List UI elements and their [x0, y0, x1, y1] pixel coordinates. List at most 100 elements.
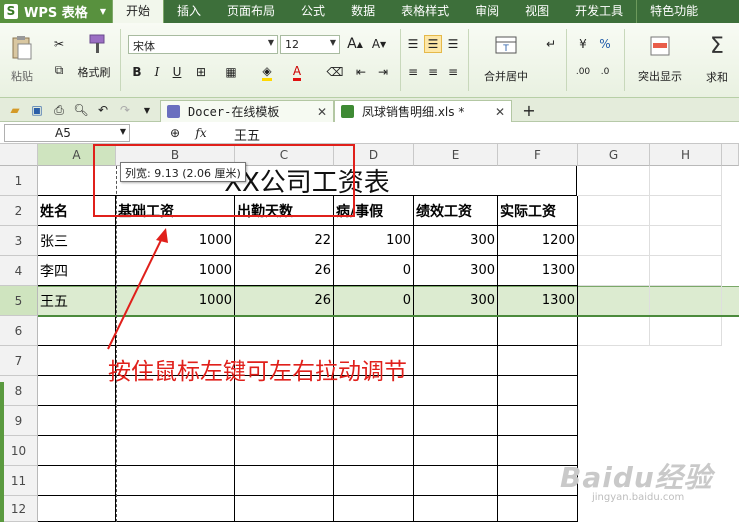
empty-cell[interactable]	[116, 466, 235, 496]
merge-center-button[interactable]: T 合并居中	[476, 29, 536, 89]
decrease-indent-button[interactable]: ⇤	[352, 63, 370, 81]
empty-cell[interactable]	[498, 376, 578, 406]
empty-cell[interactable]	[414, 496, 498, 522]
format-painter-button[interactable]	[80, 31, 114, 57]
align-right-button[interactable]: ≡	[444, 63, 462, 81]
empty-cell[interactable]	[38, 496, 116, 522]
empty-cell[interactable]	[235, 436, 334, 466]
formula-input[interactable]: 王五	[234, 125, 260, 144]
cell-base-salary[interactable]: 1000	[116, 226, 235, 256]
empty-cell[interactable]	[334, 436, 414, 466]
zoom-function-button[interactable]: ⊕	[166, 124, 184, 142]
empty-cell[interactable]	[235, 316, 334, 346]
tab-special-features[interactable]: 特色功能	[636, 0, 711, 23]
name-box[interactable]: A5 ▼	[4, 124, 130, 142]
empty-cell[interactable]	[414, 316, 498, 346]
fill-pattern-button[interactable]: ▦	[222, 63, 240, 81]
cell-name[interactable]: 张三	[38, 226, 116, 256]
copy-button[interactable]: ⧉	[50, 61, 68, 79]
row-header-8[interactable]: 8	[0, 376, 38, 406]
empty-cell[interactable]	[116, 406, 235, 436]
cell-attendance[interactable]: 26	[235, 256, 334, 286]
empty-cell[interactable]	[650, 256, 722, 286]
empty-cell[interactable]	[650, 316, 722, 346]
empty-cell[interactable]	[38, 316, 116, 346]
cell-leave[interactable]: 0	[334, 286, 414, 316]
cell-performance[interactable]: 300	[414, 256, 498, 286]
tab-page-layout[interactable]: 页面布局	[214, 0, 288, 23]
empty-cell[interactable]	[498, 496, 578, 522]
close-icon[interactable]: ✕	[317, 105, 327, 119]
column-header-f[interactable]: F	[498, 144, 578, 166]
cell-leave[interactable]: 100	[334, 226, 414, 256]
empty-cell[interactable]	[650, 286, 722, 316]
empty-cell[interactable]	[578, 286, 650, 316]
empty-cell[interactable]	[414, 346, 498, 376]
empty-cell[interactable]	[414, 436, 498, 466]
font-size-select[interactable]: 12 ▼	[280, 35, 340, 54]
new-tab-button[interactable]: +	[520, 101, 538, 120]
tab-table-style[interactable]: 表格样式	[388, 0, 462, 23]
column-header-h[interactable]: H	[650, 144, 722, 166]
row-header-7[interactable]: 7	[0, 346, 38, 376]
empty-cell[interactable]	[650, 166, 722, 196]
row-header-5[interactable]: 5	[0, 286, 38, 316]
row-header-2[interactable]: 2	[0, 196, 38, 226]
column-header-e[interactable]: E	[414, 144, 498, 166]
cell-actual-salary[interactable]: 1300	[498, 286, 578, 316]
tab-data[interactable]: 数据	[338, 0, 388, 23]
redo-button[interactable]: ↷	[116, 101, 134, 119]
currency-button[interactable]: ¥	[574, 35, 592, 53]
close-icon[interactable]: ✕	[495, 105, 505, 119]
empty-cell[interactable]	[578, 166, 650, 196]
quick-access-dropdown[interactable]: ▼	[138, 101, 156, 119]
header-cell-performance[interactable]: 绩效工资	[414, 196, 498, 226]
empty-cell[interactable]	[578, 256, 650, 286]
wrap-text-button[interactable]: ↵	[542, 35, 560, 53]
cell-attendance[interactable]: 22	[235, 226, 334, 256]
empty-cell[interactable]	[116, 436, 235, 466]
empty-cell[interactable]	[235, 406, 334, 436]
empty-cell[interactable]	[414, 406, 498, 436]
bold-button[interactable]: B	[128, 63, 146, 81]
row-header-9[interactable]: 9	[0, 406, 38, 436]
print-preview-button[interactable]: 🔍︎	[72, 101, 90, 119]
cell-actual-salary[interactable]: 1200	[498, 226, 578, 256]
empty-cell[interactable]	[38, 406, 116, 436]
cell-performance[interactable]: 300	[414, 226, 498, 256]
empty-cell[interactable]	[334, 496, 414, 522]
tab-developer[interactable]: 开发工具	[562, 0, 636, 23]
cell-attendance[interactable]: 26	[235, 286, 334, 316]
cell-actual-salary[interactable]: 1300	[498, 256, 578, 286]
empty-cell[interactable]	[38, 466, 116, 496]
row-header-12[interactable]: 12	[0, 496, 38, 522]
cut-button[interactable]: ✂	[50, 35, 68, 53]
align-top-button[interactable]: ☰	[404, 35, 422, 53]
insert-function-button[interactable]: fx	[192, 124, 210, 142]
cell-base-salary[interactable]: 1000	[116, 256, 235, 286]
empty-cell[interactable]	[334, 316, 414, 346]
tab-view[interactable]: 视图	[512, 0, 562, 23]
increase-font-button[interactable]: A ▲	[346, 35, 364, 53]
cell-name[interactable]: 李四	[38, 256, 116, 286]
print-button[interactable]: ⎙	[50, 101, 68, 119]
sum-button[interactable]: Σ 求和	[696, 29, 738, 89]
empty-cell[interactable]	[498, 346, 578, 376]
empty-cell[interactable]	[38, 376, 116, 406]
empty-cell[interactable]	[235, 496, 334, 522]
paste-button[interactable]: 粘贴	[4, 29, 40, 89]
side-panel-handle[interactable]	[0, 382, 4, 522]
tab-insert[interactable]: 插入	[164, 0, 214, 23]
underline-button[interactable]: U	[168, 63, 186, 81]
font-color-button[interactable]: A	[288, 63, 306, 81]
empty-cell[interactable]	[498, 406, 578, 436]
decrease-font-button[interactable]: A ▼	[370, 35, 388, 53]
empty-cell[interactable]	[498, 316, 578, 346]
empty-cell[interactable]	[235, 466, 334, 496]
row-header-6[interactable]: 6	[0, 316, 38, 346]
row-header-10[interactable]: 10	[0, 436, 38, 466]
border-button[interactable]: ⊞	[192, 63, 210, 81]
empty-cell[interactable]	[650, 226, 722, 256]
cell-leave[interactable]: 0	[334, 256, 414, 286]
tab-formula[interactable]: 公式	[288, 0, 338, 23]
